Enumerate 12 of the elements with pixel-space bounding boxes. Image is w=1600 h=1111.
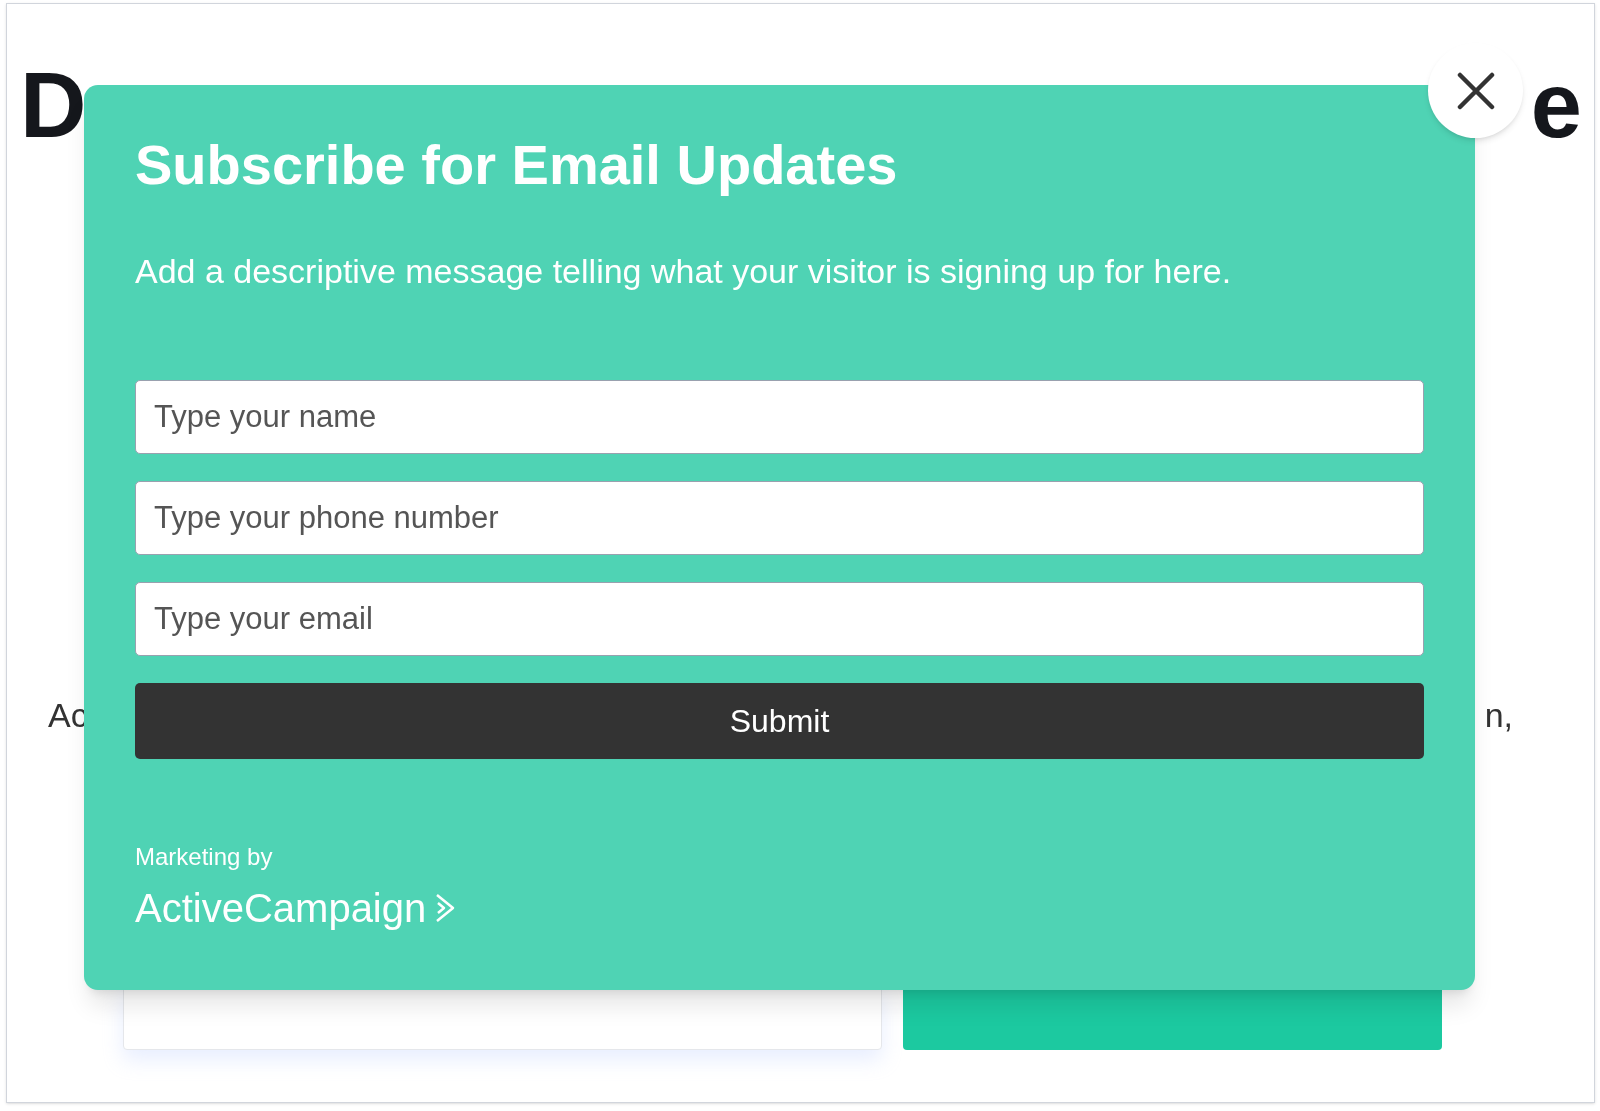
page-heading-fragment: D (20, 55, 87, 157)
page-heading-fragment: e (1530, 55, 1582, 157)
page-text-fragment: n, (1484, 695, 1513, 736)
chevron-icon (434, 892, 457, 924)
text-input-field[interactable]: Type your email (135, 582, 1424, 656)
footer-caption: Marketing by (135, 842, 273, 872)
text-input-field[interactable]: Type your phone number (135, 481, 1424, 555)
text-input-field[interactable]: Type your name (135, 380, 1424, 454)
close-icon (1456, 71, 1495, 110)
modal-description: Add a descriptive message telling what your visitor is signing up for here. (135, 251, 1232, 292)
modal-title: Subscribe for Email Updates (135, 132, 898, 198)
submit-button[interactable]: Submit (135, 683, 1424, 759)
